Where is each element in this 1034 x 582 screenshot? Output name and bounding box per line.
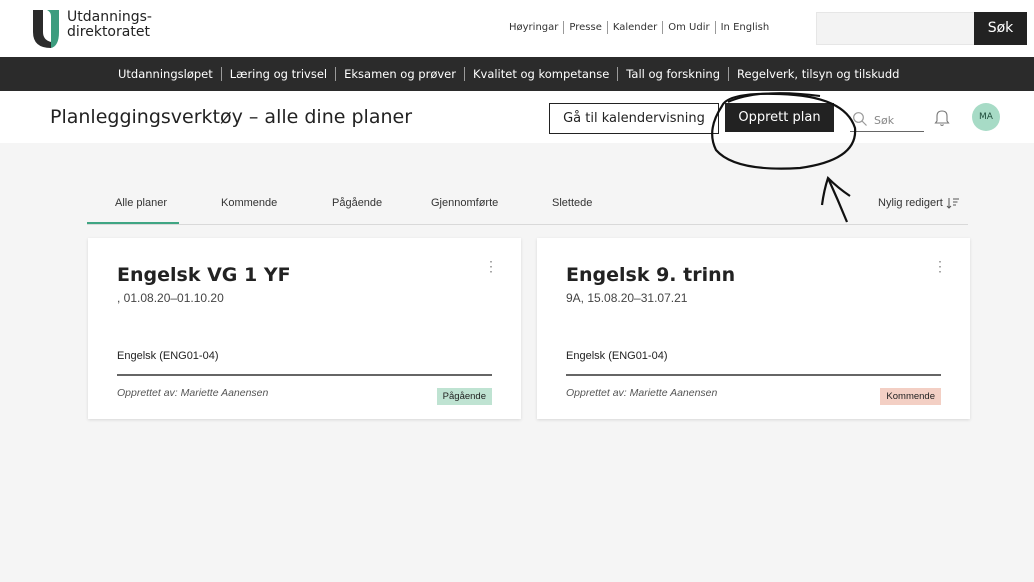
bell-icon[interactable] (934, 109, 950, 127)
status-badge: Pågående (436, 388, 492, 405)
top-links: Høyringar Presse Kalender Om Udir In Eng… (504, 21, 774, 34)
plan-search-input[interactable]: Søk (850, 109, 924, 132)
tab-slettede[interactable]: Slettede (552, 197, 592, 209)
site-header: Utdannings- direktoratet Høyringar Press… (0, 0, 1034, 57)
sort-label: Nylig redigert (878, 197, 943, 209)
active-tab-indicator (87, 222, 179, 224)
nav-item-utdanningslopet[interactable]: Utdanningsløpet (118, 67, 221, 81)
create-plan-button[interactable]: Opprett plan (725, 103, 834, 132)
site-search-button[interactable]: Søk (974, 12, 1027, 45)
tab-kommende[interactable]: Kommende (221, 197, 277, 209)
nav-item-kvalitet[interactable]: Kvalitet og kompetanse (463, 67, 617, 81)
plan-card-dates: , 01.08.20–01.10.20 (117, 291, 224, 305)
plan-card-divider (566, 374, 941, 376)
top-link-kalender[interactable]: Kalender (606, 21, 662, 34)
tab-pagaende[interactable]: Pågående (332, 197, 382, 209)
plan-card-author: Opprettet av: Mariette Aanensen (566, 387, 718, 399)
plan-search-placeholder: Søk (874, 114, 895, 127)
nav-item-laering[interactable]: Læring og trivsel (220, 67, 335, 81)
plan-card[interactable]: Engelsk 9. trinn ⋮ 9A, 15.08.20–31.07.21… (537, 238, 970, 419)
main-nav: Utdanningsløpet Læring og trivsel Eksame… (0, 57, 1034, 91)
nav-item-tall[interactable]: Tall og forskning (617, 67, 728, 81)
udir-logo-icon (33, 10, 59, 48)
avatar[interactable]: MA (972, 103, 1000, 131)
top-link-presse[interactable]: Presse (563, 21, 606, 34)
plan-card-divider (117, 374, 492, 376)
plan-card-subject: Engelsk (ENG01-04) (117, 350, 219, 362)
plan-card-dates: 9A, 15.08.20–31.07.21 (566, 291, 688, 305)
tab-gjennomforte[interactable]: Gjennomførte (431, 197, 498, 209)
plan-card-author: Opprettet av: Mariette Aanensen (117, 387, 269, 399)
plan-card[interactable]: Engelsk VG 1 YF ⋮ , 01.08.20–01.10.20 En… (88, 238, 521, 419)
calendar-view-button[interactable]: Gå til kalendervisning (549, 103, 719, 134)
plan-card-subject: Engelsk (ENG01-04) (566, 350, 668, 362)
plan-card-title[interactable]: Engelsk VG 1 YF (117, 264, 291, 286)
tabs-divider (87, 224, 968, 225)
top-link-in-english[interactable]: In English (714, 21, 775, 34)
search-icon (853, 112, 867, 126)
logo-line-2: direktoratet (67, 24, 150, 40)
udir-logo[interactable]: Utdannings- direktoratet (31, 10, 152, 48)
nav-item-regelverk[interactable]: Regelverk, tilsyn og tilskudd (728, 67, 907, 81)
sort-dropdown[interactable]: Nylig redigert (878, 197, 960, 209)
sort-icon (946, 198, 959, 209)
site-search-input[interactable] (816, 12, 976, 45)
status-badge: Kommende (880, 388, 941, 405)
nav-item-eksamen[interactable]: Eksamen og prøver (335, 67, 464, 81)
logo-line-1: Utdannings- (67, 9, 152, 25)
page-title: Planleggingsverktøy – alle dine planer (50, 106, 413, 128)
more-options-icon[interactable]: ⋮ (933, 259, 947, 273)
tab-alle-planer[interactable]: Alle planer (115, 197, 167, 209)
more-options-icon[interactable]: ⋮ (484, 259, 498, 273)
top-link-hoyringar[interactable]: Høyringar (504, 21, 563, 34)
top-link-om-udir[interactable]: Om Udir (662, 21, 714, 34)
plan-card-title[interactable]: Engelsk 9. trinn (566, 264, 735, 286)
